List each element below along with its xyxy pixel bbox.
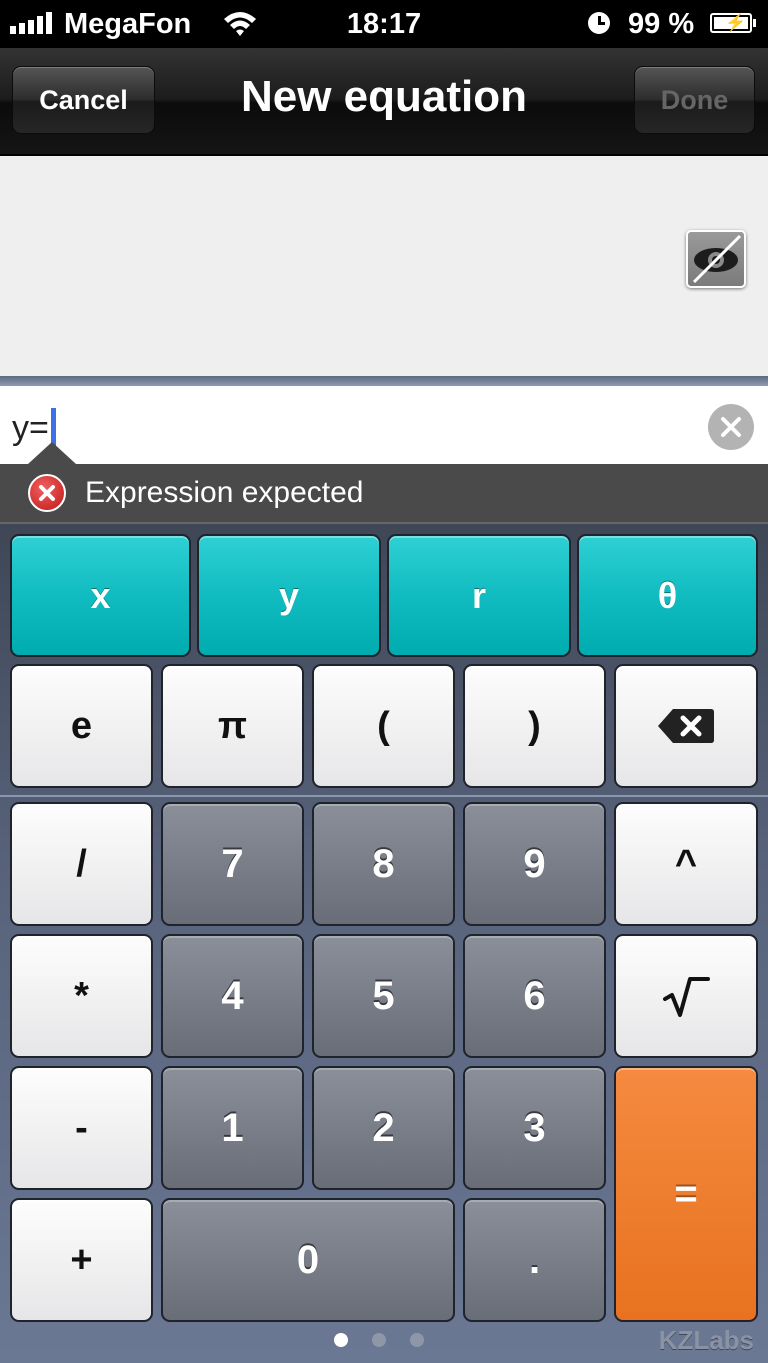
key-6[interactable]: 6 xyxy=(463,934,606,1058)
page-dot-3[interactable] xyxy=(410,1333,424,1347)
error-pointer xyxy=(28,442,76,464)
key-y[interactable]: y xyxy=(197,534,381,657)
equation-input[interactable]: y= xyxy=(0,386,768,464)
clear-icon xyxy=(721,417,741,437)
key-multiply[interactable]: * xyxy=(10,934,153,1058)
key-equals[interactable]: = xyxy=(614,1066,758,1322)
brand-logo: KZLabs xyxy=(658,1325,754,1355)
status-bar: MegaFon 18:17 99 % ⚡ xyxy=(0,0,768,48)
page-title: New equation xyxy=(240,72,528,121)
keyboard-page-indicator[interactable] xyxy=(334,1333,424,1347)
battery-percent: 99 % xyxy=(628,8,695,40)
keyboard-separator xyxy=(0,795,768,797)
eye-hidden-icon xyxy=(692,234,742,284)
key-9[interactable]: 9 xyxy=(463,802,606,926)
backspace-icon xyxy=(658,709,714,743)
key-2[interactable]: 2 xyxy=(312,1066,455,1190)
key-minus[interactable]: - xyxy=(10,1066,153,1190)
error-bar: Expression expected xyxy=(0,464,768,524)
key-4[interactable]: 4 xyxy=(161,934,304,1058)
key-1[interactable]: 1 xyxy=(161,1066,304,1190)
key-theta[interactable]: θ xyxy=(577,534,758,657)
done-button[interactable]: Done xyxy=(634,66,755,134)
key-0[interactable]: 0 xyxy=(161,1198,455,1322)
error-icon xyxy=(28,474,66,512)
key-8[interactable]: 8 xyxy=(312,802,455,926)
app-screen: MegaFon 18:17 99 % ⚡ Cancel New equation… xyxy=(0,0,768,1363)
key-5[interactable]: 5 xyxy=(312,934,455,1058)
battery-charging-icon: ⚡ xyxy=(710,13,756,33)
key-e[interactable]: e xyxy=(10,664,153,788)
key-divide[interactable]: / xyxy=(10,802,153,926)
key-3[interactable]: 3 xyxy=(463,1066,606,1190)
key-power[interactable]: ^ xyxy=(614,802,758,926)
key-decimal[interactable]: . xyxy=(463,1198,606,1322)
page-dot-1[interactable] xyxy=(334,1333,348,1347)
graph-preview xyxy=(0,156,768,376)
divider xyxy=(0,376,768,386)
visibility-toggle-button[interactable] xyxy=(686,230,746,288)
error-message: Expression expected xyxy=(85,476,364,509)
square-root-button[interactable] xyxy=(614,934,758,1058)
key-plus[interactable]: + xyxy=(10,1198,153,1322)
clock-icon xyxy=(588,12,610,34)
key-x[interactable]: x xyxy=(10,534,191,657)
navigation-bar: Cancel New equation Done xyxy=(0,48,768,156)
key-r[interactable]: r xyxy=(387,534,571,657)
backspace-button[interactable] xyxy=(614,664,758,788)
square-root-icon xyxy=(663,977,710,1017)
key-7[interactable]: 7 xyxy=(161,802,304,926)
key-left-paren[interactable]: ( xyxy=(312,664,455,788)
cancel-button[interactable]: Cancel xyxy=(12,66,155,134)
key-right-paren[interactable]: ) xyxy=(463,664,606,788)
page-dot-2[interactable] xyxy=(372,1333,386,1347)
key-pi[interactable]: π xyxy=(161,664,304,788)
clear-button[interactable] xyxy=(708,404,754,450)
